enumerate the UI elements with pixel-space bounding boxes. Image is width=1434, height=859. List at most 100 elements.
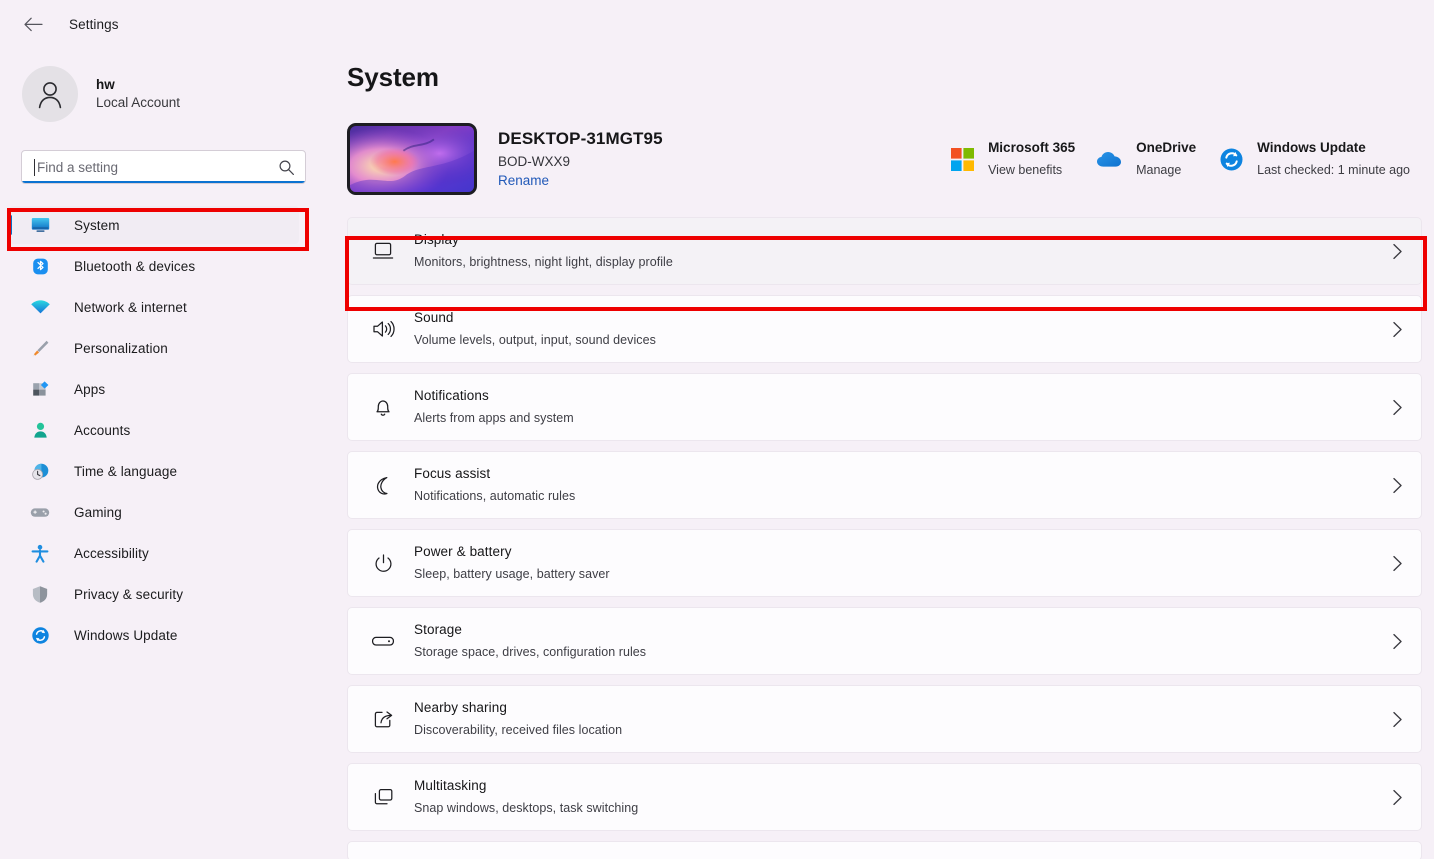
sidebar-item-time-language[interactable]: Time & language xyxy=(9,452,299,490)
search-icon[interactable] xyxy=(278,159,295,176)
gamepad-icon xyxy=(29,505,51,520)
search-focus-underline xyxy=(22,181,305,183)
person-icon xyxy=(38,82,62,109)
search-input[interactable] xyxy=(37,159,278,175)
sidebar-item-personalization[interactable]: Personalization xyxy=(9,329,299,367)
microsoft-logo-icon xyxy=(947,147,977,171)
profile-account-type: Local Account xyxy=(96,95,181,110)
settings-window: Settings hw Local Account Find a setting… xyxy=(0,0,1434,859)
sidebar-item-label: Bluetooth & devices xyxy=(74,258,196,274)
sidebar-item-label: Time & language xyxy=(74,463,178,479)
sidebar-item-label: Apps xyxy=(74,381,106,397)
sidebar-item-label: Accessibility xyxy=(74,545,149,561)
settings-row-multitasking[interactable]: Multitasking Snap windows, desktops, tas… xyxy=(347,763,1422,831)
chevron-right-icon xyxy=(1392,789,1403,806)
settings-row-title: Display xyxy=(414,231,459,247)
settings-list: Display Monitors, brightness, night ligh… xyxy=(347,217,1422,859)
sidebar-item-apps[interactable]: Apps xyxy=(9,370,299,408)
settings-row-notifications[interactable]: Notifications Alerts from apps and syste… xyxy=(347,373,1422,441)
onedrive-cloud-icon xyxy=(1095,150,1125,169)
device-name: DESKTOP-31MGT95 xyxy=(498,129,663,149)
account-person-icon xyxy=(29,421,51,440)
quick-link-title: Windows Update xyxy=(1257,139,1366,155)
settings-row-title: Storage xyxy=(414,621,462,637)
sidebar-item-label: Accounts xyxy=(74,422,131,438)
speaker-icon xyxy=(368,319,398,339)
power-icon xyxy=(368,553,398,574)
moon-icon xyxy=(368,475,398,496)
bell-icon xyxy=(368,397,398,418)
settings-row-title: Notifications xyxy=(414,387,489,403)
settings-row-subtitle: Storage space, drives, configuration rul… xyxy=(414,645,647,659)
settings-row-power-battery[interactable]: Power & battery Sleep, battery usage, ba… xyxy=(347,529,1422,597)
quick-link-microsoft-365[interactable]: Microsoft 365 View benefits xyxy=(937,131,1085,188)
device-model: BOD-WXX9 xyxy=(498,153,571,169)
sidebar-item-gaming[interactable]: Gaming xyxy=(9,493,299,531)
sidebar-item-privacy-security[interactable]: Privacy & security xyxy=(9,575,299,613)
display-monitor-icon xyxy=(368,241,398,261)
sidebar-item-label: System xyxy=(74,217,120,233)
accessibility-person-icon xyxy=(29,544,51,563)
chevron-right-icon xyxy=(1392,321,1403,338)
settings-row-title: Multitasking xyxy=(414,777,487,793)
quick-link-title: Microsoft 365 xyxy=(988,139,1076,155)
clock-globe-icon xyxy=(29,462,51,481)
settings-row-display[interactable]: Display Monitors, brightness, night ligh… xyxy=(347,217,1422,285)
quick-link-subtitle: Manage xyxy=(1136,163,1182,177)
sidebar-item-windows-update[interactable]: Windows Update xyxy=(9,616,299,654)
settings-row-focus-assist[interactable]: Focus assist Notifications, automatic ru… xyxy=(347,451,1422,519)
settings-row-sound[interactable]: Sound Volume levels, output, input, soun… xyxy=(347,295,1422,363)
chevron-right-icon xyxy=(1392,243,1403,260)
chevron-right-icon xyxy=(1392,477,1403,494)
settings-row-subtitle: Sleep, battery usage, battery saver xyxy=(414,567,610,581)
user-profile[interactable]: hw Local Account xyxy=(0,48,321,128)
quick-links: Microsoft 365 View benefits OneDrive Man… xyxy=(937,131,1420,188)
avatar xyxy=(22,66,78,122)
quick-link-subtitle: Last checked: 1 minute ago xyxy=(1257,163,1410,177)
rename-link[interactable]: Rename xyxy=(498,171,663,191)
settings-row-storage[interactable]: Storage Storage space, drives, configura… xyxy=(347,607,1422,675)
sidebar-item-system[interactable]: System xyxy=(9,206,299,244)
share-icon xyxy=(368,709,398,730)
quick-link-windows-update[interactable]: Windows Update Last checked: 1 minute ag… xyxy=(1206,131,1420,188)
shield-icon xyxy=(29,585,51,604)
settings-row-subtitle: Alerts from apps and system xyxy=(414,411,574,425)
back-arrow-icon xyxy=(23,17,43,31)
sidebar-item-label: Network & internet xyxy=(74,299,187,315)
sidebar-nav: System Bluetooth & devices Network & int… xyxy=(0,206,321,654)
update-sync-icon xyxy=(29,626,51,645)
chevron-right-icon xyxy=(1392,633,1403,650)
main-content: System DESKTOP-31MGT95 BOD-WXX9 Rename M… xyxy=(337,48,1434,859)
sidebar-item-accounts[interactable]: Accounts xyxy=(9,411,299,449)
back-button[interactable] xyxy=(16,8,50,40)
settings-row-partial[interactable] xyxy=(347,841,1422,859)
sidebar-item-bluetooth-devices[interactable]: Bluetooth & devices xyxy=(9,247,299,285)
settings-row-title: Focus assist xyxy=(414,465,491,481)
settings-row-title: Sound xyxy=(414,309,454,325)
sidebar-item-accessibility[interactable]: Accessibility xyxy=(9,534,299,572)
sidebar: hw Local Account Find a setting System B… xyxy=(0,48,337,859)
sidebar-item-label: Windows Update xyxy=(74,627,178,643)
search-container xyxy=(21,150,306,184)
quick-link-title: OneDrive xyxy=(1136,139,1197,155)
quick-link-onedrive[interactable]: OneDrive Manage xyxy=(1085,131,1206,188)
bluetooth-icon xyxy=(29,257,51,276)
chevron-right-icon xyxy=(1392,711,1403,728)
sidebar-item-label: Personalization xyxy=(74,340,168,356)
chevron-right-icon xyxy=(1392,399,1403,416)
settings-row-nearby-sharing[interactable]: Nearby sharing Discoverability, received… xyxy=(347,685,1422,753)
settings-row-subtitle: Monitors, brightness, night light, displ… xyxy=(414,255,673,269)
quick-link-subtitle: View benefits xyxy=(988,163,1063,177)
settings-row-subtitle: Discoverability, received files location xyxy=(414,723,623,737)
sidebar-item-network-internet[interactable]: Network & internet xyxy=(9,288,299,326)
settings-row-subtitle: Volume levels, output, input, sound devi… xyxy=(414,333,656,347)
chevron-right-icon xyxy=(1392,555,1403,572)
settings-row-subtitle: Notifications, automatic rules xyxy=(414,489,576,503)
text-caret xyxy=(34,158,35,176)
monitor-icon xyxy=(29,217,51,233)
wifi-icon xyxy=(29,299,51,315)
search-box[interactable] xyxy=(21,150,306,184)
profile-name: hw xyxy=(96,77,115,93)
sidebar-item-label: Gaming xyxy=(74,504,122,520)
paintbrush-icon xyxy=(29,339,51,358)
